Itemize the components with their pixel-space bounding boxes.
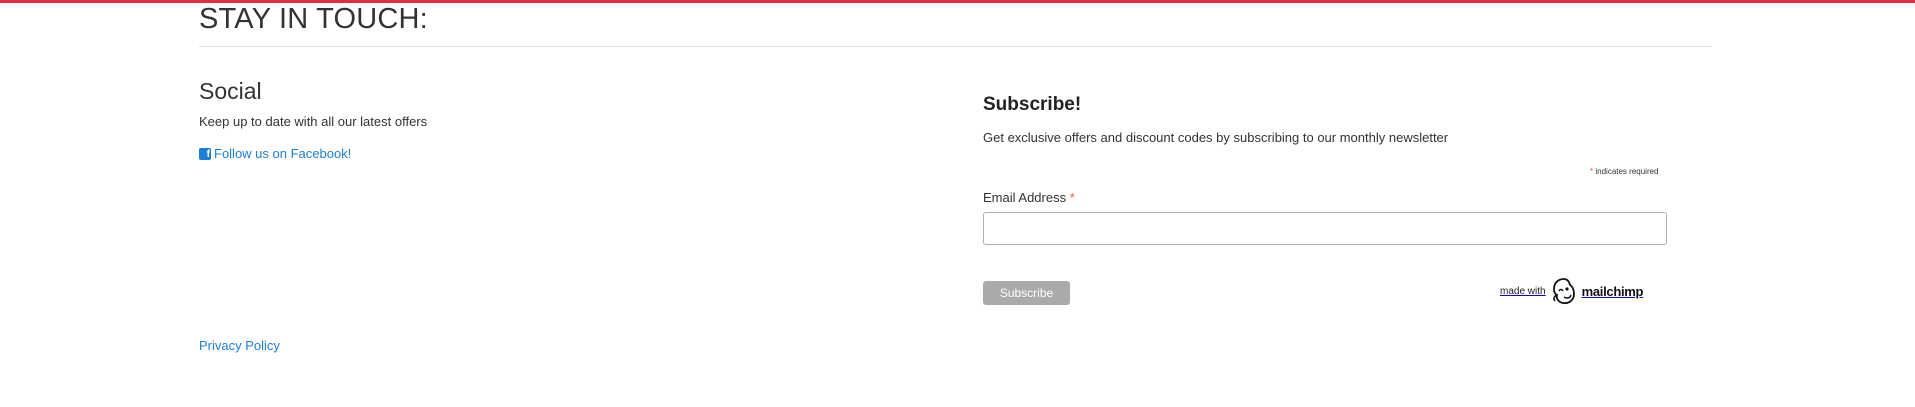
mailchimp-icon [1552,278,1575,305]
facebook-link-label: Follow us on Facebook! [214,146,352,161]
section-title: STAY IN TOUCH: [199,3,428,35]
subscribe-button[interactable]: Subscribe [983,281,1070,305]
required-marker: * [1590,167,1594,176]
subscribe-heading: Subscribe! [983,94,1082,115]
email-label-text: Email Address [983,190,1067,205]
social-description: Keep up to date with all our latest offe… [199,114,428,129]
subscribe-description: Get exclusive offers and discount codes … [983,130,1449,145]
required-note: * indicates required [1590,167,1659,176]
social-heading: Social [199,78,262,104]
required-note-text: indicates required [1595,167,1659,176]
divider [199,46,1712,47]
email-label: Email Address * [983,190,1075,205]
mailchimp-badge[interactable]: made with mailchimp [1500,277,1643,305]
email-required-marker: * [1069,190,1075,205]
email-field[interactable] [983,212,1667,245]
facebook-link[interactable]: f Follow us on Facebook! [199,146,351,161]
mailchimp-wordmark: mailchimp [1581,283,1644,299]
privacy-policy-link[interactable]: Privacy Policy [199,338,280,353]
facebook-icon: f [199,147,211,160]
made-with-label: made with [1500,285,1546,297]
